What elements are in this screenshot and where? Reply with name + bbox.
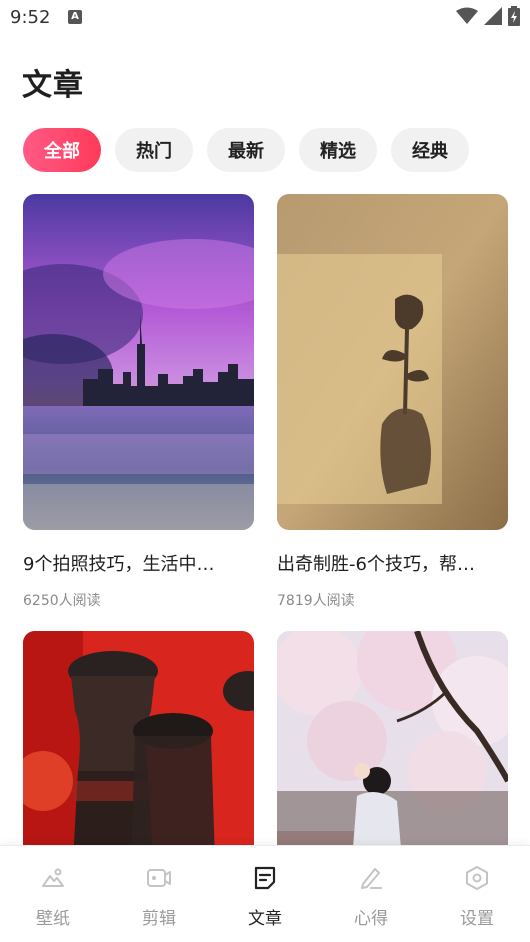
article-read-count: 7819人阅读: [277, 593, 355, 609]
article-card[interactable]: 出奇制胜-6个技巧，帮… 7819人阅读: [277, 194, 508, 609]
nav-label: 剪辑: [142, 909, 176, 929]
tab-hot[interactable]: 热门: [115, 128, 193, 172]
nav-item-wallpaper[interactable]: 壁纸: [0, 846, 106, 942]
purple-sky-city-image: [23, 194, 254, 530]
article-title[interactable]: 出奇制胜-6个技巧，帮…: [277, 550, 508, 576]
nav-item-notes[interactable]: 心得: [318, 846, 424, 942]
nav-item-settings[interactable]: 设置: [424, 846, 530, 942]
mountain-image-icon: [42, 868, 64, 887]
tab-featured[interactable]: 精选: [299, 128, 377, 172]
article-title[interactable]: 9个拍照技巧，生活中…: [23, 550, 254, 576]
wifi-icon: [456, 7, 478, 24]
bottom-nav: 壁纸 剪辑 文章 心得 设置: [0, 845, 530, 942]
nav-label: 心得: [354, 909, 388, 929]
article-image-city[interactable]: [23, 194, 254, 530]
status-bar: 9:52 A: [0, 0, 530, 36]
tab-all[interactable]: 全部: [23, 128, 101, 172]
battery-icon: [508, 6, 520, 26]
settings-hexagon-icon: [466, 866, 488, 890]
category-tabs: 全部 热门 最新 精选 经典: [23, 128, 469, 172]
document-icon: [254, 866, 276, 890]
video-clip-icon: [147, 869, 171, 887]
status-time: 9:52: [10, 7, 51, 28]
tab-classic[interactable]: 经典: [391, 128, 469, 172]
tab-latest[interactable]: 最新: [207, 128, 285, 172]
page-title: 文章: [22, 68, 84, 103]
rose-shadow-image: [277, 194, 508, 530]
article-read-count: 6250人阅读: [23, 593, 101, 609]
article-card[interactable]: 9个拍照技巧，生活中… 6250人阅读: [23, 194, 254, 609]
article-image-rose[interactable]: [277, 194, 508, 530]
nav-item-clip[interactable]: 剪辑: [106, 846, 212, 942]
signal-icon: [484, 7, 502, 25]
status-icons: [456, 6, 520, 26]
nav-label: 壁纸: [36, 909, 70, 929]
notification-icon: A: [68, 10, 82, 24]
nav-item-article[interactable]: 文章: [212, 846, 318, 942]
nav-label: 设置: [460, 909, 494, 929]
nav-label: 文章: [248, 909, 282, 929]
pen-icon: [361, 868, 382, 889]
